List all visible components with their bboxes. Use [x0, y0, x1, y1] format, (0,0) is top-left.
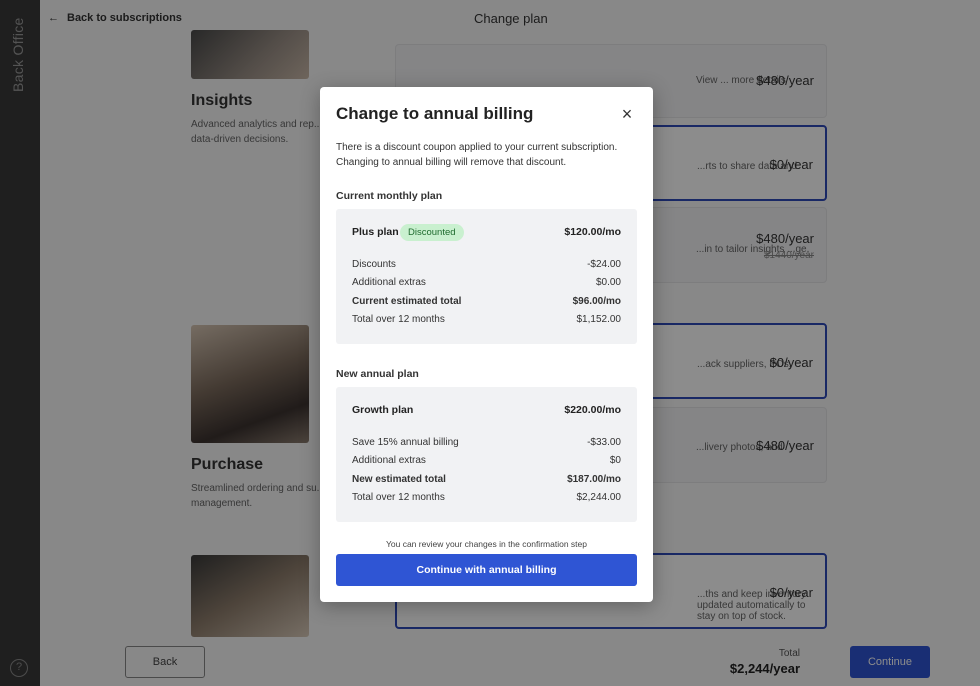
- current-plan-row: Plus plan Discounted $120.00/mo: [352, 224, 621, 242]
- new-plan-name: Growth plan: [352, 404, 414, 416]
- summary-row: Save 15% annual billing -$33.00: [352, 437, 621, 451]
- current-plan-price: $120.00/mo: [564, 226, 621, 238]
- current-plan-name: Plus plan: [352, 226, 399, 238]
- confirmation-hint: You can review your changes in the confi…: [386, 539, 587, 549]
- new-plan-price: $220.00/mo: [564, 404, 621, 416]
- row-label: Additional extras: [352, 455, 426, 466]
- row-value: $1,152.00: [576, 314, 622, 325]
- discounted-badge: Discounted: [400, 224, 464, 241]
- close-icon[interactable]: ×: [617, 104, 637, 124]
- row-value: -$33.00: [587, 437, 621, 448]
- dialog-title: Change to annual billing: [336, 104, 534, 123]
- summary-row-total: New estimated total $187.00/mo: [352, 474, 621, 488]
- summary-row: Discounts -$24.00: [352, 259, 621, 273]
- dialog-intro-text: There is a discount coupon applied to yo…: [336, 142, 618, 168]
- row-label: Save 15% annual billing: [352, 437, 459, 448]
- row-value: -$24.00: [587, 259, 621, 270]
- row-value: $2,244.00: [576, 492, 622, 503]
- row-label: Current estimated total: [352, 296, 462, 307]
- summary-row: Total over 12 months $1,152.00: [352, 314, 621, 328]
- current-plan-heading: Current monthly plan: [336, 190, 443, 202]
- current-plan-summary: Plus plan Discounted $120.00/mo Discount…: [336, 209, 637, 344]
- new-plan-heading: New annual plan: [336, 368, 419, 380]
- row-value: $0: [609, 455, 621, 466]
- new-plan-summary: Growth plan $220.00/mo Save 15% annual b…: [336, 387, 637, 522]
- summary-row: Total over 12 months $2,244.00: [352, 492, 621, 506]
- summary-row: Additional extras $0: [352, 455, 621, 469]
- annual-billing-dialog: Change to annual billing × There is a di…: [320, 87, 653, 602]
- row-value: $0.00: [595, 277, 621, 288]
- row-label: Total over 12 months: [352, 314, 445, 325]
- row-label: New estimated total: [352, 474, 446, 485]
- row-label: Total over 12 months: [352, 492, 445, 503]
- summary-row-total: Current estimated total $96.00/mo: [352, 296, 621, 310]
- new-plan-row: Growth plan $220.00/mo: [352, 402, 621, 420]
- row-label: Additional extras: [352, 277, 426, 288]
- row-value: $187.00/mo: [567, 474, 621, 485]
- continue-annual-billing-button[interactable]: Continue with annual billing: [336, 554, 637, 586]
- row-value: $96.00/mo: [572, 296, 621, 307]
- row-label: Discounts: [352, 259, 396, 270]
- summary-row: Additional extras $0.00: [352, 277, 621, 291]
